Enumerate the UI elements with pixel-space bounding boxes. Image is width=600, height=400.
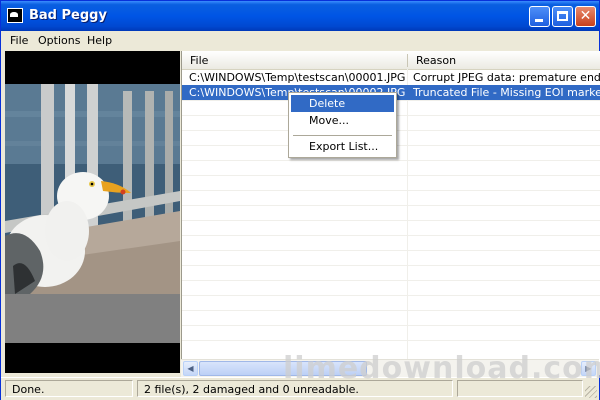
seagull-photo [5, 51, 180, 373]
grid-line [182, 250, 600, 251]
window-title: Bad Peggy [29, 8, 107, 23]
grid-line [182, 280, 600, 281]
menu-help[interactable]: Help [87, 34, 112, 47]
grid-line [182, 220, 600, 221]
close-icon: ✕ [579, 8, 592, 24]
grid-line [182, 310, 600, 311]
file-path-cell: C:\WINDOWS\Temp\testscan\00001.JPG [189, 71, 406, 84]
menu-options[interactable]: Options [38, 34, 80, 47]
title-bar[interactable]: Bad Peggy ✕ [1, 1, 599, 31]
table-row[interactable]: C:\WINDOWS\Temp\testscan\00001.JPG Corru… [182, 70, 600, 85]
grid-line [182, 235, 600, 236]
grid-line [182, 175, 600, 176]
app-icon [7, 8, 23, 23]
column-header-reason[interactable]: Reason [408, 51, 600, 69]
app-window: Bad Peggy ✕ File Options Help File Reaso… [0, 0, 600, 400]
minimize-button[interactable] [529, 6, 550, 27]
context-move[interactable]: Move... [291, 112, 394, 129]
grid-line [182, 265, 600, 266]
context-export-list[interactable]: Export List... [291, 138, 394, 155]
grid-line [182, 325, 600, 326]
grid-line [182, 295, 600, 296]
resize-grip-icon[interactable] [585, 386, 597, 398]
menu-file[interactable]: File [10, 34, 28, 47]
watermark: limedownload.com [283, 351, 600, 386]
menu-bar: File Options Help [1, 31, 599, 50]
reason-cell: Corrupt JPEG data: premature end of data… [413, 71, 600, 84]
list-header: File Reason [182, 51, 600, 70]
close-button[interactable]: ✕ [575, 6, 596, 27]
context-delete[interactable]: Delete [291, 95, 394, 112]
grid-line [407, 69, 408, 359]
image-preview-panel [5, 51, 180, 373]
grid-line [182, 190, 600, 191]
context-menu: Delete Move... Export List... [288, 92, 397, 158]
status-text: Done. [5, 380, 133, 397]
grid-line [182, 340, 600, 341]
scroll-left-button[interactable]: ◀ [183, 361, 198, 376]
menu-separator [293, 135, 392, 136]
column-header-file[interactable]: File [182, 51, 407, 69]
maximize-button[interactable] [552, 6, 573, 27]
reason-cell: Truncated File - Missing EOI marker [413, 86, 600, 99]
grid-line [182, 160, 600, 161]
grid-line [182, 205, 600, 206]
